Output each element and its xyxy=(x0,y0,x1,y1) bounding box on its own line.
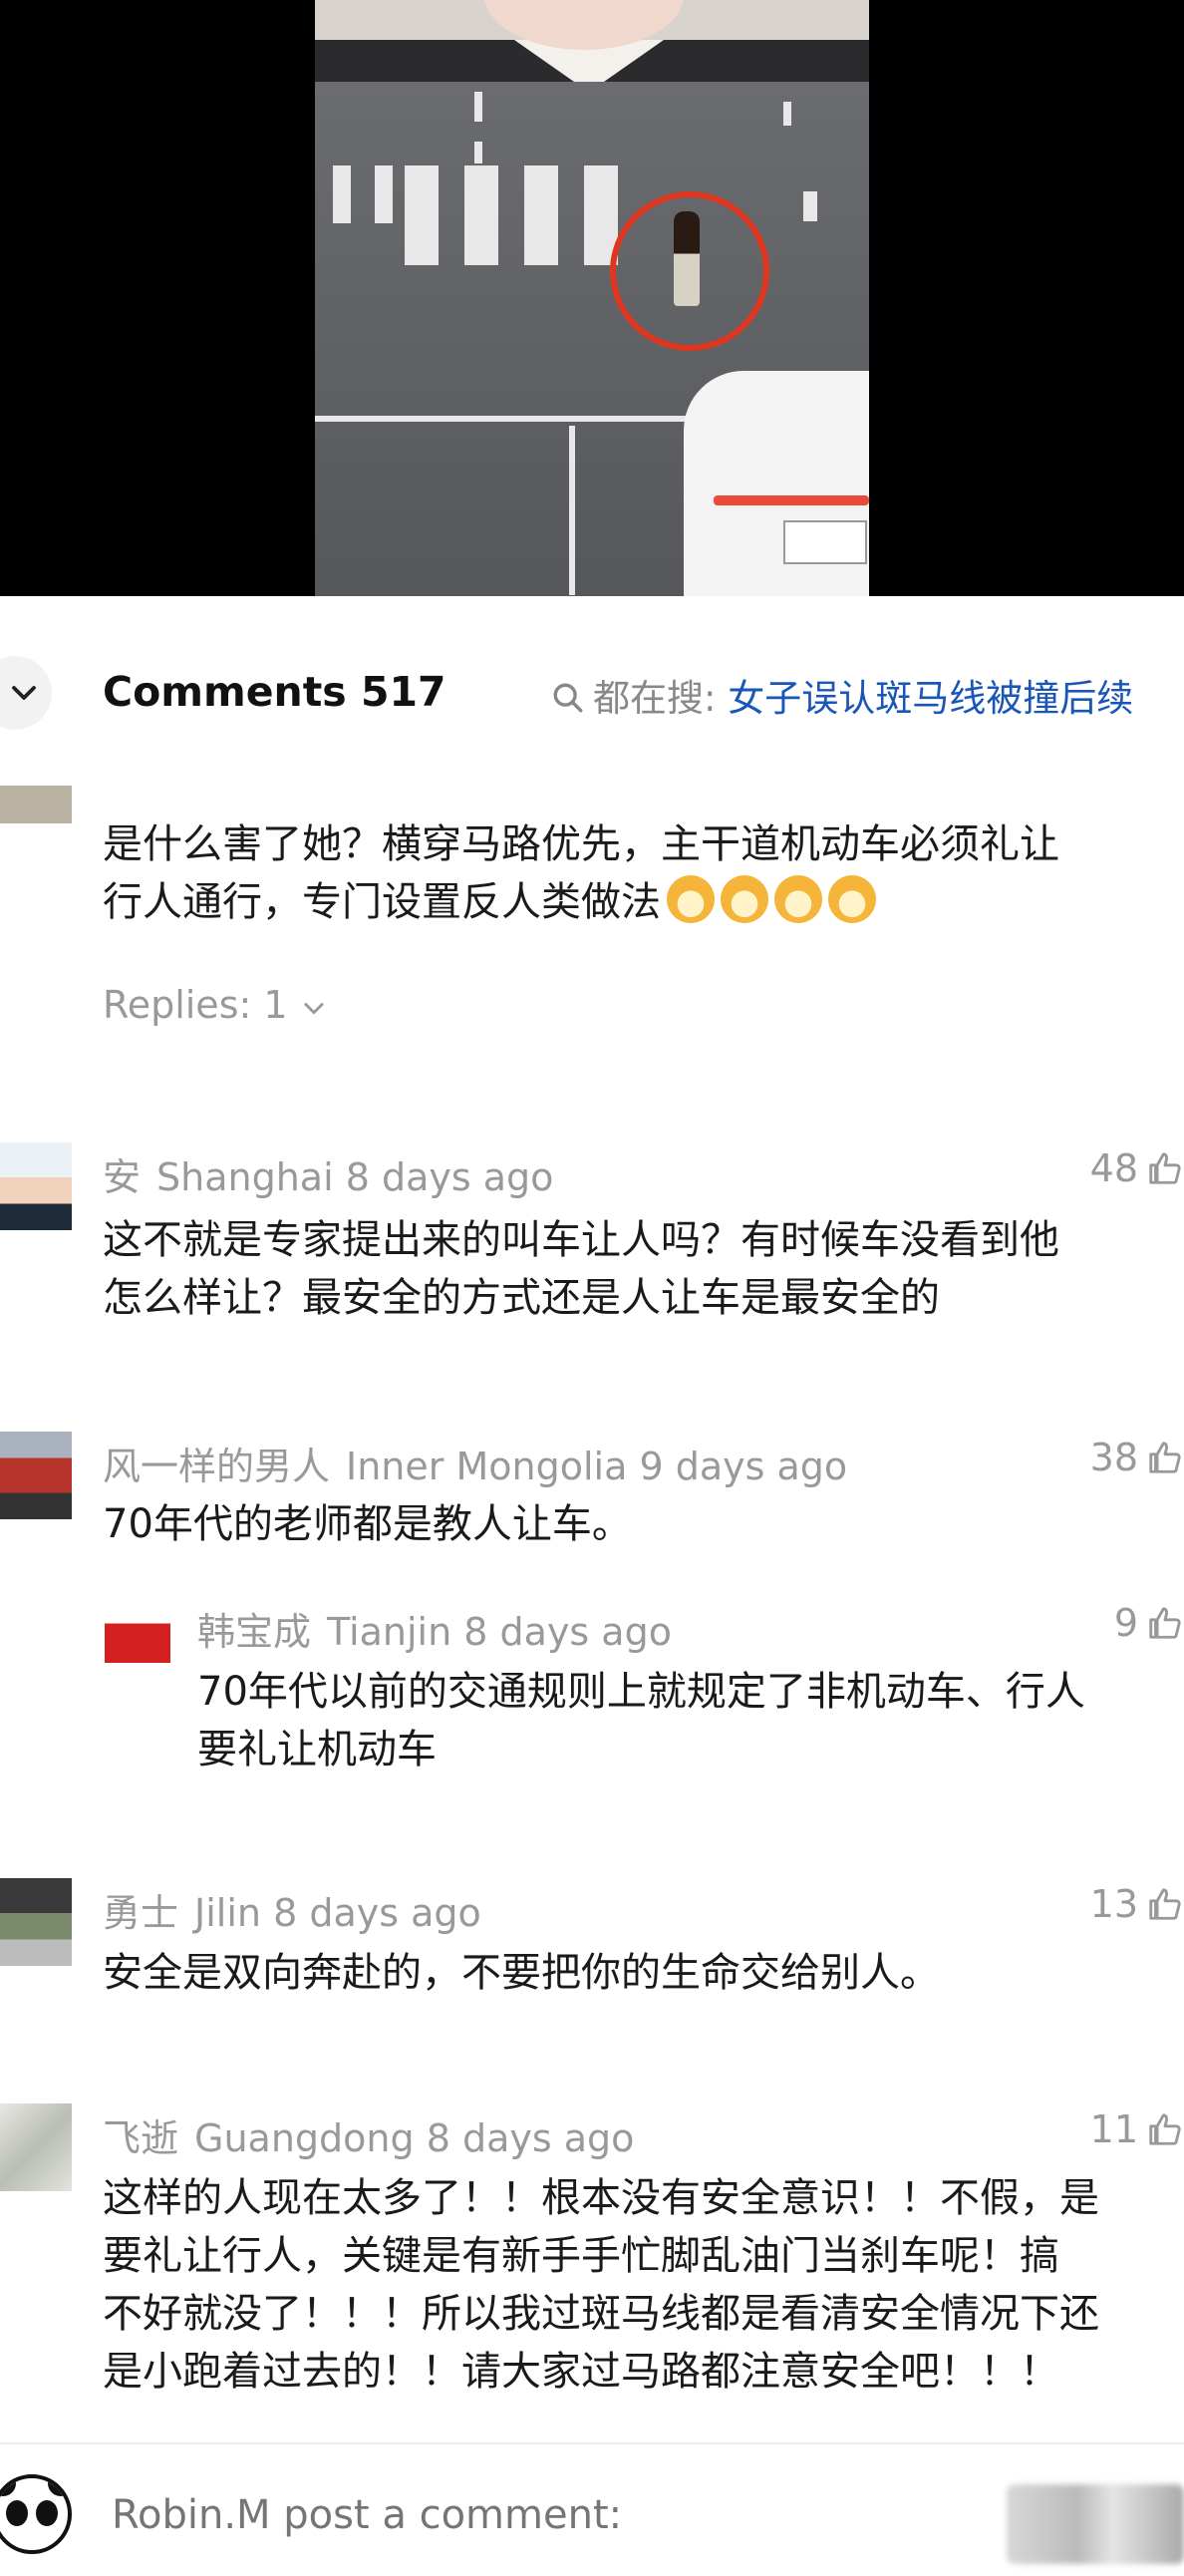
composer-actions-icon[interactable] xyxy=(1007,2484,1184,2564)
comment-text: 70年代的老师都是教人让车。 xyxy=(103,1495,632,1553)
crosswalk-footage xyxy=(315,82,869,596)
doge-emoji-icon xyxy=(667,875,715,923)
like-count: 48 xyxy=(1089,1146,1138,1190)
comment-meta: 风一样的男人 Inner Mongolia 9 days ago xyxy=(103,1436,847,1490)
avatar[interactable] xyxy=(0,2103,72,2191)
comment-text: 是什么害了她？横穿马路优先，主干道机动车必须礼让 行人通行，专门设置反人类做法 xyxy=(103,815,1059,931)
comment-text: 安全是双向奔赴的，不要把你的生命交给别人。 xyxy=(103,1944,940,2002)
avatar[interactable] xyxy=(0,1142,72,1230)
reply-line: 要礼让机动车 xyxy=(197,1727,437,1772)
comment-time: 8 days ago xyxy=(345,1155,554,1199)
comment-list[interactable]: 是什么害了她？横穿马路优先，主干道机动车必须礼让 行人通行，专门设置反人类做法 … xyxy=(0,786,1184,2442)
like-button[interactable]: 11 xyxy=(1090,2107,1184,2151)
avatar[interactable] xyxy=(105,1597,170,1663)
comment-line: 行人通行，专门设置反人类做法 xyxy=(103,873,1059,931)
replies-toggle[interactable]: Replies: 1 xyxy=(103,983,328,1027)
thumbs-up-icon xyxy=(1149,1442,1181,1473)
commenter-location: Inner Mongolia xyxy=(346,1445,628,1488)
comment-composer xyxy=(0,2442,1184,2576)
reply-line: 70年代以前的交通规则上就规定了非机动车、行人 xyxy=(197,1669,1085,1715)
pedestrian-figure xyxy=(674,211,700,306)
commenter-name[interactable]: 风一样的男人 xyxy=(103,1445,330,1488)
chevron-down-icon xyxy=(304,1003,324,1015)
comment-line: 这不就是专家提出来的叫车让人吗？有时候车没看到他 xyxy=(103,1217,1059,1263)
comment-input[interactable] xyxy=(112,2492,909,2538)
presenter-image xyxy=(315,0,869,82)
comments-header: Comments 517 都在搜: 女子误认斑马线被撞后续 xyxy=(0,596,1184,786)
thumbs-up-icon xyxy=(1149,1152,1181,1184)
like-button[interactable]: 13 xyxy=(1090,1882,1184,1926)
search-link[interactable]: 女子误认斑马线被撞后续 xyxy=(728,677,1133,720)
comment-meta: 安 Shanghai 8 days ago xyxy=(103,1146,553,1201)
like-count: 11 xyxy=(1089,2107,1138,2151)
chevron-down-icon xyxy=(12,686,36,700)
commenter-name[interactable]: 安 xyxy=(103,1155,141,1199)
comment-line: 70年代的老师都是教人让车。 xyxy=(103,1501,632,1547)
comment-line: 是什么害了她？横穿马路优先，主干道机动车必须礼让 xyxy=(103,821,1059,867)
comment-line: 是小跑着过去的！！请大家过马路都注意安全吧！！！ xyxy=(103,2349,1059,2395)
avatar[interactable] xyxy=(0,786,72,823)
trending-search[interactable]: 都在搜: 女子误认斑马线被撞后续 xyxy=(551,668,1133,722)
doge-emoji-icon xyxy=(828,875,876,923)
comment-line: 安全是双向奔赴的，不要把你的生命交给别人。 xyxy=(103,1950,940,1996)
like-button[interactable]: 38 xyxy=(1090,1436,1184,1479)
comment-line-text: 行人通行，专门设置反人类做法 xyxy=(103,879,661,925)
commenter-location: Shanghai xyxy=(156,1155,334,1199)
car-image xyxy=(684,371,869,596)
avatar[interactable] xyxy=(0,1432,72,1519)
comment-time: 9 days ago xyxy=(639,1445,848,1488)
comment-meta: 勇士 Jilin 8 days ago xyxy=(103,1882,481,1937)
panda-avatar-icon[interactable] xyxy=(0,2474,72,2554)
comment-time: 8 days ago xyxy=(273,1891,481,1935)
thumbs-up-icon xyxy=(1149,2113,1181,2145)
commenter-name[interactable]: 飞逝 xyxy=(103,2116,178,2160)
reply-time: 8 days ago xyxy=(463,1610,672,1654)
video-player[interactable] xyxy=(0,0,1184,596)
search-icon xyxy=(553,683,583,713)
replier-location: Tianjin xyxy=(327,1610,452,1654)
avatar[interactable] xyxy=(0,1878,72,1966)
reply-meta: 韩宝成 Tianjin 8 days ago xyxy=(197,1601,672,1656)
comment-line: 不好就没了！！！所以我过斑马线都是看清安全情况下还 xyxy=(103,2291,1099,2337)
comment-line: 这样的人现在太多了！！根本没有安全意识！！不假，是 xyxy=(103,2175,1099,2221)
collapse-button[interactable] xyxy=(0,656,52,730)
reply-text: 70年代以前的交通规则上就规定了非机动车、行人 要礼让机动车 xyxy=(197,1663,1085,1778)
like-count: 9 xyxy=(1113,1601,1138,1645)
video-frame xyxy=(315,0,869,596)
search-prefix: 都在搜: xyxy=(593,677,717,720)
comments-count-title: Comments 517 xyxy=(103,668,446,716)
commenter-location: Guangdong xyxy=(194,2116,415,2160)
comment-text: 这样的人现在太多了！！根本没有安全意识！！不假，是 要礼让行人，关键是有新手手忙… xyxy=(103,2169,1099,2401)
comment-time: 8 days ago xyxy=(426,2116,635,2160)
like-button[interactable]: 48 xyxy=(1090,1146,1184,1190)
replier-name[interactable]: 韩宝成 xyxy=(197,1610,311,1654)
comment-line: 要礼让行人，关键是有新手手忙脚乱油门当刹车呢！搞 xyxy=(103,2233,1059,2279)
like-count: 38 xyxy=(1089,1436,1138,1479)
thumbs-up-icon xyxy=(1149,1607,1181,1639)
comment-text: 这不就是专家提出来的叫车让人吗？有时候车没看到他 怎么样让？最安全的方式还是人让… xyxy=(103,1211,1059,1327)
like-count: 13 xyxy=(1089,1882,1138,1926)
thumbs-up-icon xyxy=(1149,1888,1181,1920)
comment-line: 怎么样让？最安全的方式还是人让车是最安全的 xyxy=(103,1275,940,1321)
commenter-location: Jilin xyxy=(194,1891,261,1935)
doge-emoji-icon xyxy=(721,875,768,923)
replies-label: Replies: 1 xyxy=(103,983,288,1027)
like-button[interactable]: 9 xyxy=(1114,1601,1184,1645)
comment-meta: 飞逝 Guangdong 8 days ago xyxy=(103,2107,634,2162)
commenter-name[interactable]: 勇士 xyxy=(103,1891,178,1935)
doge-emoji-icon xyxy=(774,875,822,923)
